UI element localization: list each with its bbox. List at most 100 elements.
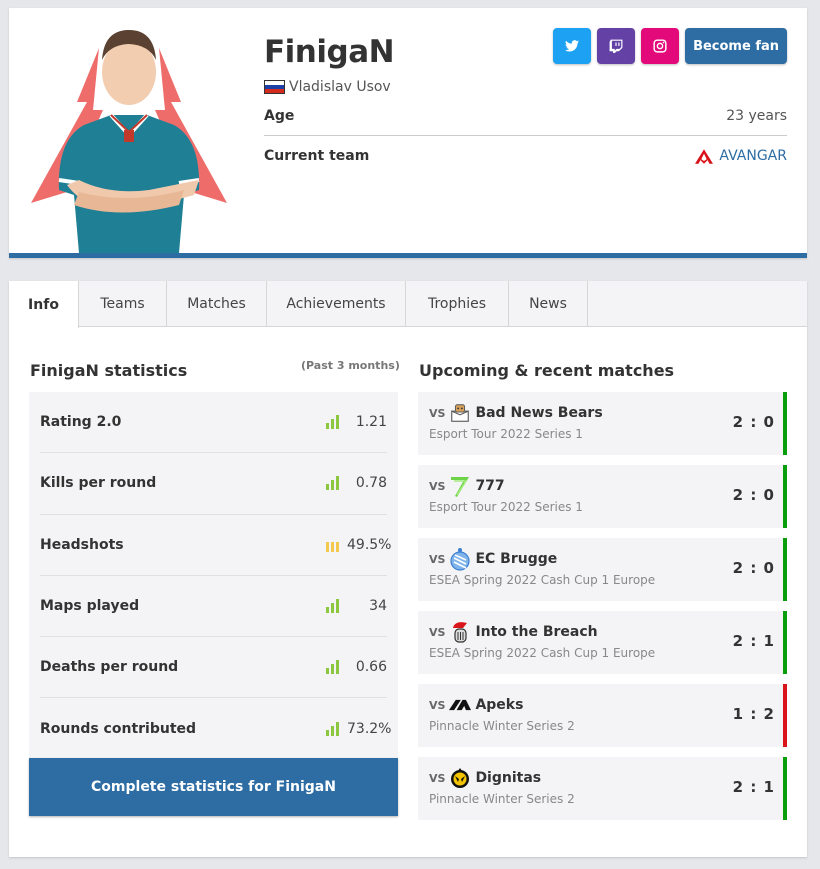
vs-label: VS bbox=[429, 698, 446, 712]
event-name: Pinnacle Winter Series 2 bbox=[429, 719, 575, 733]
tab-trophies[interactable]: Trophies bbox=[406, 281, 509, 327]
player-real-name: Vladislav Usov bbox=[289, 79, 391, 95]
into-the-breach-logo-icon bbox=[449, 621, 471, 643]
age-row: Age 23 years bbox=[264, 108, 787, 136]
event-name: Esport Tour 2022 Series 1 bbox=[429, 500, 583, 514]
signal-bars-icon bbox=[326, 415, 339, 430]
instagram-button[interactable] bbox=[641, 28, 680, 64]
opponent-name: 777 bbox=[475, 478, 505, 494]
result-indicator bbox=[783, 538, 787, 601]
opponent-name: Into the Breach bbox=[475, 624, 598, 640]
tab-news[interactable]: News bbox=[509, 281, 588, 327]
apeks-logo-icon bbox=[449, 694, 472, 716]
stat-row-maps-played: Maps played 34 bbox=[40, 576, 387, 638]
twitter-icon bbox=[565, 40, 580, 52]
player-photo bbox=[29, 20, 229, 253]
match-score: 1 : 2 bbox=[732, 705, 775, 723]
tab-info[interactable]: Info bbox=[9, 281, 79, 328]
result-indicator bbox=[783, 684, 787, 747]
dignitas-logo-icon bbox=[449, 767, 471, 789]
stat-value: 73.2% bbox=[347, 721, 392, 738]
stat-label: Rounds contributed bbox=[40, 721, 197, 738]
stat-row-kills-per-round: Kills per round 0.78 bbox=[40, 453, 387, 515]
current-team-label: Current team bbox=[264, 148, 370, 164]
current-team-link[interactable]: AVANGAR bbox=[695, 148, 787, 164]
result-indicator bbox=[783, 757, 787, 820]
event-name: ESEA Spring 2022 Cash Cup 1 Europe bbox=[429, 646, 656, 660]
current-team-name: AVANGAR bbox=[719, 148, 787, 164]
vs-label: VS bbox=[429, 771, 446, 785]
vs-label: VS bbox=[429, 552, 446, 566]
stats-title: FinigaN statistics bbox=[30, 361, 188, 380]
player-nickname: FinigaN bbox=[264, 34, 395, 70]
match-score: 2 : 0 bbox=[732, 486, 775, 504]
stat-value: 49.5% bbox=[347, 536, 392, 553]
match-item[interactable]: VS Bad News Bears Esport Tour 2022 Serie… bbox=[418, 392, 787, 455]
stat-value: 0.78 bbox=[355, 475, 387, 492]
stat-label: Maps played bbox=[40, 598, 140, 615]
event-name: ESEA Spring 2022 Cash Cup 1 Europe bbox=[429, 573, 656, 587]
opponent-name: Apeks bbox=[475, 697, 524, 713]
age-value: 23 years bbox=[726, 108, 787, 124]
signal-bars-icon bbox=[326, 722, 339, 737]
777-logo-icon bbox=[449, 475, 471, 497]
result-indicator bbox=[783, 465, 787, 528]
event-name: Pinnacle Winter Series 2 bbox=[429, 792, 575, 806]
opponent-name: Dignitas bbox=[475, 770, 542, 786]
match-score: 2 : 1 bbox=[732, 778, 775, 796]
stat-label: Deaths per round bbox=[40, 659, 179, 676]
match-item[interactable]: VS 777 Esport Tour 2022 Series 1 2 : 0 bbox=[418, 465, 787, 528]
opponent-name: EC Brugge bbox=[475, 551, 558, 567]
tab-matches[interactable]: Matches bbox=[167, 281, 267, 327]
signal-bars-icon bbox=[326, 538, 339, 552]
match-score: 2 : 1 bbox=[732, 632, 775, 650]
russia-flag-icon bbox=[264, 80, 285, 94]
current-team-row: Current team AVANGAR bbox=[264, 148, 787, 164]
matches-list: VS Bad News Bears Esport Tour 2022 Serie… bbox=[418, 392, 787, 830]
bad-news-bears-logo-icon bbox=[449, 402, 471, 424]
complete-statistics-button[interactable]: Complete statistics for FinigaN bbox=[29, 758, 398, 816]
signal-bars-icon bbox=[326, 599, 339, 614]
matches-title: Upcoming & recent matches bbox=[419, 361, 675, 380]
tab-teams[interactable]: Teams bbox=[79, 281, 167, 327]
player-real-name-row: Vladislav Usov bbox=[264, 79, 391, 95]
result-indicator bbox=[783, 392, 787, 455]
match-item[interactable]: VS Apeks Pinnacle Winter Series 2 1 : 2 bbox=[418, 684, 787, 747]
signal-bars-icon bbox=[326, 476, 339, 491]
stat-label: Kills per round bbox=[40, 475, 157, 492]
match-item[interactable]: VS EC Brugge ESEA Spring 2022 Cash Cup 1… bbox=[418, 538, 787, 601]
player-profile-card: Become fan FinigaN Vladislav Usov Age 23… bbox=[9, 8, 807, 258]
stat-label: Headshots bbox=[40, 536, 124, 553]
match-score: 2 : 0 bbox=[732, 413, 775, 431]
stat-value: 34 bbox=[369, 598, 387, 615]
tab-achievements[interactable]: Achievements bbox=[267, 281, 406, 327]
match-item[interactable]: VS Dignitas Pinnacle Winter Series 2 2 :… bbox=[418, 757, 787, 820]
twitter-button[interactable] bbox=[553, 28, 592, 64]
twitch-button[interactable] bbox=[597, 28, 636, 64]
become-fan-button[interactable]: Become fan bbox=[685, 28, 787, 64]
stats-list: Rating 2.0 1.21 Kills per round 0.78 Hea… bbox=[29, 392, 398, 758]
match-item[interactable]: VS Into the Breach ESEA Spring 2022 Cash… bbox=[418, 611, 787, 674]
opponent-name: Bad News Bears bbox=[475, 405, 603, 421]
stat-label: Rating 2.0 bbox=[40, 414, 122, 431]
twitch-icon bbox=[609, 39, 623, 53]
stat-row-deaths-per-round: Deaths per round 0.66 bbox=[40, 637, 387, 699]
signal-bars-icon bbox=[326, 660, 339, 675]
age-label: Age bbox=[264, 108, 295, 124]
match-score: 2 : 0 bbox=[732, 559, 775, 577]
stat-value: 1.21 bbox=[355, 414, 387, 431]
stat-row-headshots: Headshots 49.5% bbox=[40, 515, 392, 576]
stat-row-rating: Rating 2.0 1.21 bbox=[40, 392, 387, 454]
social-links: Become fan bbox=[553, 28, 787, 64]
avangar-logo-icon bbox=[695, 148, 714, 164]
result-indicator bbox=[783, 611, 787, 674]
stat-value: 0.66 bbox=[355, 659, 387, 676]
event-name: Esport Tour 2022 Series 1 bbox=[429, 427, 583, 441]
instagram-icon bbox=[653, 39, 667, 53]
stats-period: (Past 3 months) bbox=[301, 359, 400, 372]
vs-label: VS bbox=[429, 625, 446, 639]
vs-label: VS bbox=[429, 406, 446, 420]
profile-tabs: Info Teams Matches Achievements Trophies… bbox=[9, 281, 807, 328]
vs-label: VS bbox=[429, 479, 446, 493]
player-details-card: Info Teams Matches Achievements Trophies… bbox=[9, 281, 807, 857]
